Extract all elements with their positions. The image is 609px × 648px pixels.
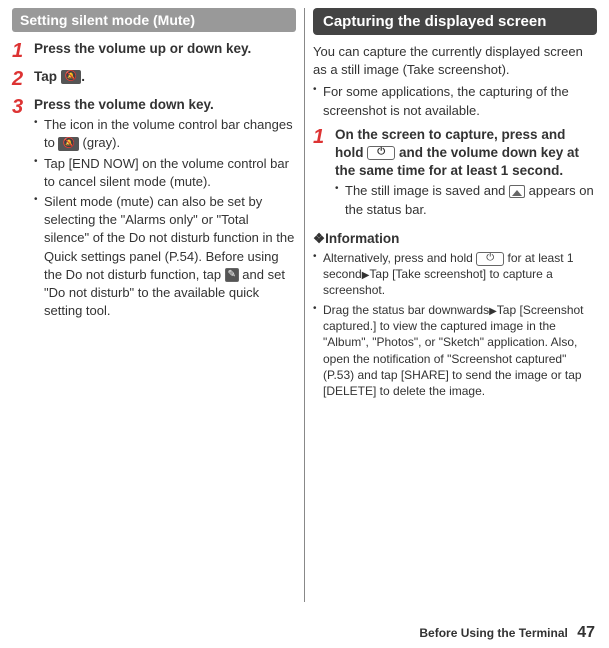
info-1a: Alternatively, press and hold xyxy=(323,251,476,265)
heading-capture: Capturing the displayed screen xyxy=(313,8,597,35)
image-icon xyxy=(509,185,525,198)
r-step-1-title: On the screen to capture, press and hold… xyxy=(335,126,597,181)
step-num-3: 3 xyxy=(12,96,34,322)
info-1: Alternatively, press and hold for at lea… xyxy=(313,250,597,299)
triangle-icon-2: ▶ xyxy=(489,306,497,317)
step-2: 2 Tap 🔕. xyxy=(12,68,296,90)
r-step-1-body: On the screen to capture, press and hold… xyxy=(335,126,597,221)
left-column: Setting silent mode (Mute) 1 Press the v… xyxy=(0,0,304,610)
intro-2: For some applications, the capturing of … xyxy=(313,83,597,119)
power-key-icon-2 xyxy=(476,252,504,266)
intro-bullets: For some applications, the capturing of … xyxy=(313,83,597,119)
step-3-bullets: The icon in the volume control bar chang… xyxy=(34,116,296,320)
step-1-title: Press the volume up or down key. xyxy=(34,40,296,58)
r-step-1-bullets: The still image is saved and appears on … xyxy=(335,182,597,218)
information-list: Alternatively, press and hold for at lea… xyxy=(313,250,597,399)
step-3-b3: Silent mode (mute) can also be set by se… xyxy=(34,193,296,320)
intro-1: You can capture the currently displayed … xyxy=(313,43,597,79)
pencil-icon xyxy=(225,268,239,282)
power-key-icon xyxy=(367,146,395,160)
footer-section: Before Using the Terminal xyxy=(419,626,567,640)
step-1: 1 Press the volume up or down key. xyxy=(12,40,296,62)
step-3-b2: Tap [END NOW] on the volume control bar … xyxy=(34,155,296,191)
bell-off-icon: 🔕 xyxy=(61,70,81,84)
r-step-1-b1a: The still image is saved and xyxy=(345,183,509,198)
step-3-b1: The icon in the volume control bar chang… xyxy=(34,116,296,152)
step-3: 3 Press the volume down key. The icon in… xyxy=(12,96,296,322)
r-step-num-1: 1 xyxy=(313,126,335,221)
step-1-body: Press the volume up or down key. xyxy=(34,40,296,62)
step-3-title: Press the volume down key. xyxy=(34,96,296,114)
footer-page: 47 xyxy=(577,624,595,641)
step-3-body: Press the volume down key. The icon in t… xyxy=(34,96,296,322)
page-footer: Before Using the Terminal 47 xyxy=(419,624,595,642)
step-2-title: Tap 🔕. xyxy=(34,68,296,86)
r-step-1: 1 On the screen to capture, press and ho… xyxy=(313,126,597,221)
information-heading: ❖Information xyxy=(313,231,597,247)
right-column: Capturing the displayed screen You can c… xyxy=(305,0,609,610)
bell-off-gray-icon: 🔕 xyxy=(58,137,78,151)
subheading-mute: Setting silent mode (Mute) xyxy=(12,8,296,32)
step-2-body: Tap 🔕. xyxy=(34,68,296,90)
page-columns: Setting silent mode (Mute) 1 Press the v… xyxy=(0,0,609,610)
step-num-2: 2 xyxy=(12,68,34,90)
step-2-title-b: . xyxy=(81,69,85,84)
step-3-b1b: (gray). xyxy=(79,135,120,150)
step-num-1: 1 xyxy=(12,40,34,62)
step-2-title-a: Tap xyxy=(34,69,61,84)
info-2a: Drag the status bar downwards xyxy=(323,303,489,317)
info-2: Drag the status bar downwards▶Tap [Scree… xyxy=(313,302,597,399)
r-step-1-b1: The still image is saved and appears on … xyxy=(335,182,597,218)
